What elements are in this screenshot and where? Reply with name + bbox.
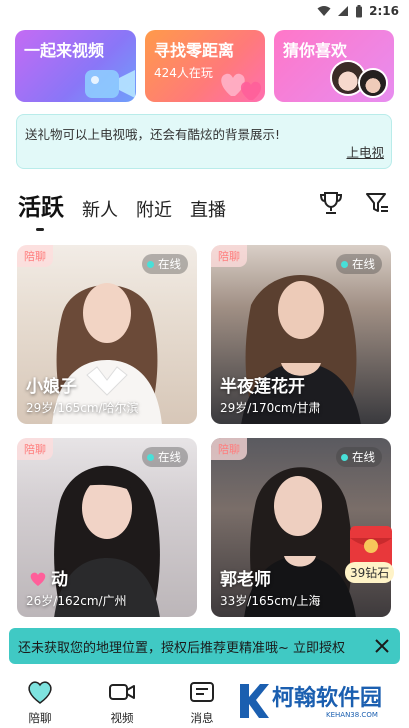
avatar	[358, 68, 388, 98]
battery-icon	[356, 4, 363, 17]
online-status: 在线	[142, 254, 188, 274]
online-dot	[147, 260, 154, 268]
user-card[interactable]: 陪聊 在线 动 26岁/162cm/广州	[17, 438, 197, 617]
nav-item-message[interactable]: 消息	[177, 679, 227, 726]
banner-player-count: 424人在玩	[154, 66, 213, 80]
watermark-title: 柯翰软件园	[272, 686, 383, 711]
hearts-icon	[221, 73, 262, 100]
banner-video-chat[interactable]: 一起来视频	[15, 30, 136, 102]
category-tabs: 活跃 新人 附近 直播	[18, 186, 244, 231]
online-status: 在线	[336, 254, 382, 274]
banner-guess-you-like[interactable]: 猜你喜欢	[274, 30, 394, 102]
card-info: 26岁/162cm/广州	[26, 594, 127, 608]
heart-icon	[30, 572, 46, 586]
chat-companion-badge: 陪聊	[17, 245, 53, 267]
card-name: 半夜莲花开	[220, 377, 305, 397]
tab-active[interactable]: 活跃	[18, 188, 64, 231]
online-dot	[341, 453, 348, 461]
message-icon	[190, 682, 214, 702]
watermark-logo: 柯翰软件园 KEHAN38.COM	[228, 676, 409, 728]
nav-item-video[interactable]: 视频	[97, 679, 147, 726]
online-text: 在线	[158, 257, 181, 271]
card-info: 29岁/170cm/甘肃	[220, 401, 321, 415]
online-text: 在线	[352, 450, 375, 464]
user-card[interactable]: 陪聊 在线 小娘子 29岁/165cm/哈尔滨	[17, 245, 197, 424]
card-name: 小娘子	[26, 377, 77, 397]
online-dot	[341, 260, 348, 268]
tab-new[interactable]: 新人	[82, 196, 118, 222]
gift-tv-notice: 送礼物可以上电视哦，还会有酷炫的背景展示! 上电视	[16, 114, 392, 169]
nav-item-chat[interactable]: 陪聊	[15, 679, 65, 726]
trophy-icon[interactable]	[318, 190, 344, 216]
notice-text: 送礼物可以上电视哦，还会有酷炫的背景展示!	[25, 127, 281, 142]
nav-label: 陪聊	[28, 711, 52, 725]
banner-title: 寻找零距离	[154, 41, 235, 60]
banner-title: 一起来视频	[24, 41, 105, 60]
location-permission-bar[interactable]: 还未获取您的地理位置，授权后推荐更精准哦~ 立即授权	[9, 628, 400, 664]
heart-chat-icon	[28, 681, 52, 704]
tab-nearby[interactable]: 附近	[136, 196, 172, 222]
location-prompt-text[interactable]: 还未获取您的地理位置，授权后推荐更精准哦~ 立即授权	[18, 637, 345, 656]
tab-live[interactable]: 直播	[190, 196, 226, 222]
nav-label: 消息	[190, 711, 214, 725]
online-text: 在线	[352, 257, 375, 271]
online-status: 在线	[336, 447, 382, 467]
nav-label: 视频	[110, 711, 134, 725]
watermark-subtitle: KEHAN38.COM	[326, 711, 378, 719]
video-camera-icon	[85, 70, 135, 98]
card-name: 动	[51, 570, 68, 590]
signal-icon	[338, 6, 349, 16]
wifi-icon	[317, 6, 331, 16]
card-info: 29岁/165cm/哈尔滨	[26, 401, 139, 415]
chat-companion-badge: 陪聊	[211, 245, 247, 267]
card-name: 郭老师	[220, 570, 271, 590]
chat-companion-badge: 陪聊	[17, 438, 53, 460]
banner-title: 猜你喜欢	[283, 41, 348, 60]
video-camera-icon	[109, 684, 135, 700]
banner-find-nearby[interactable]: 寻找零距离 424人在玩	[145, 30, 265, 102]
status-bar: 2:16	[0, 0, 409, 22]
close-icon[interactable]	[372, 636, 392, 656]
status-time: 2:16	[369, 4, 399, 18]
chat-companion-badge: 陪聊	[211, 438, 247, 460]
go-on-tv-link[interactable]: 上电视	[346, 142, 384, 161]
online-status: 在线	[142, 447, 188, 467]
online-dot	[147, 453, 154, 461]
diamond-reward-label[interactable]: 39钻石	[345, 562, 395, 583]
filter-icon[interactable]	[364, 190, 390, 216]
card-info: 33岁/165cm/上海	[220, 594, 321, 608]
kehan-logo-icon	[240, 684, 269, 718]
user-card[interactable]: 陪聊 在线 半夜莲花开 29岁/170cm/甘肃	[211, 245, 391, 424]
online-text: 在线	[158, 450, 181, 464]
